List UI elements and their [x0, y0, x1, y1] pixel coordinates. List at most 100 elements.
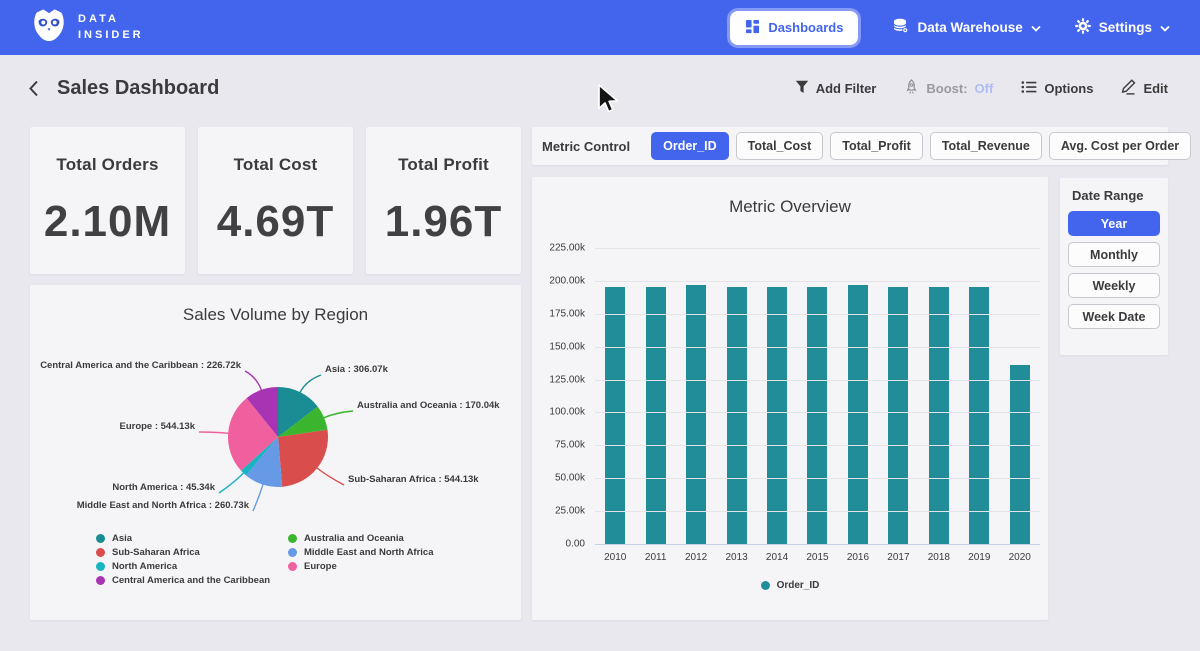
- metric-option-order-id[interactable]: Order_ID: [651, 132, 729, 160]
- pie-label-australia-and-oceania: Australia and Oceania : 170.04k: [357, 400, 500, 411]
- legend-label: Asia: [112, 533, 132, 544]
- bar-2014[interactable]: [767, 287, 787, 544]
- pie-slice-sub-saharan-africa[interactable]: [278, 430, 328, 487]
- bar-2015[interactable]: [807, 287, 827, 544]
- date-range-option-weekly[interactable]: Weekly: [1068, 273, 1160, 298]
- y-tick-label: 0.00: [566, 539, 585, 550]
- legend-item-australia-and-oceania[interactable]: Australia and Oceania: [288, 533, 434, 544]
- y-tick-label: 25.00k: [555, 506, 585, 517]
- gridline: [595, 412, 1040, 413]
- kpi-value: 1.96T: [385, 197, 503, 247]
- legend-dot: [288, 534, 297, 543]
- kpi-label: Total Profit: [398, 155, 489, 175]
- kpi-card-total-cost: Total Cost 4.69T: [198, 127, 353, 274]
- chevron-down-icon: [1160, 20, 1170, 35]
- navbar: DATA INSIDER Dashboards: [0, 0, 1200, 55]
- legend-item-sub-saharan-africa[interactable]: Sub-Saharan Africa: [96, 547, 288, 558]
- gridline: [595, 478, 1040, 479]
- legend-item-europe[interactable]: Europe: [288, 561, 434, 572]
- nav-item-settings[interactable]: Settings: [1075, 18, 1170, 37]
- y-tick-label: 75.00k: [555, 440, 585, 451]
- gridline: [595, 347, 1040, 348]
- legend-item-asia[interactable]: Asia: [96, 533, 288, 544]
- legend-item-central-america-and-the-caribbean[interactable]: Central America and the Caribbean: [96, 575, 288, 586]
- x-tick-label: 2013: [716, 552, 756, 563]
- legend-dot: [288, 562, 297, 571]
- bar-legend[interactable]: Order_ID: [532, 580, 1048, 591]
- database-icon: [892, 18, 909, 37]
- bar-2019[interactable]: [969, 287, 989, 544]
- legend-item-middle-east-and-north-africa[interactable]: Middle East and North Africa: [288, 547, 434, 558]
- list-icon: [1021, 80, 1037, 97]
- date-range-option-week-date[interactable]: Week Date: [1068, 304, 1160, 329]
- back-button[interactable]: [28, 80, 39, 97]
- metric-option-total-revenue[interactable]: Total_Revenue: [930, 132, 1042, 160]
- bar-2018[interactable]: [929, 287, 949, 544]
- metric-option-total-cost[interactable]: Total_Cost: [736, 132, 824, 160]
- x-tick-label: 2010: [595, 552, 635, 563]
- kpi-card-total-profit: Total Profit 1.96T: [366, 127, 521, 274]
- bar-slot: [959, 248, 999, 544]
- pie-label-asia: Asia : 306.07k: [325, 364, 389, 375]
- date-range-card: Date Range YearMonthlyWeeklyWeek Date: [1060, 178, 1168, 355]
- y-tick-label: 175.00k: [549, 308, 585, 319]
- y-tick-label: 125.00k: [549, 374, 585, 385]
- gridline: [595, 445, 1040, 446]
- bar-2020[interactable]: [1010, 365, 1030, 544]
- bar-2016[interactable]: [848, 285, 868, 544]
- kpi-card-total-orders: Total Orders 2.10M: [30, 127, 185, 274]
- pie-chart-card: Sales Volume by Region Asia : 306.07kAus…: [30, 285, 521, 620]
- y-tick-label: 100.00k: [549, 407, 585, 418]
- metric-options: Order_IDTotal_CostTotal_ProfitTotal_Reve…: [651, 132, 1191, 160]
- bar-2013[interactable]: [727, 287, 747, 544]
- options-button[interactable]: Options: [1021, 80, 1093, 97]
- brand-name: DATA INSIDER: [78, 12, 144, 44]
- date-range-option-year[interactable]: Year: [1068, 211, 1160, 236]
- app-root: DATA INSIDER Dashboards: [0, 0, 1200, 651]
- bar-slot: [676, 248, 716, 544]
- gear-icon: [1075, 18, 1091, 37]
- kpi-value: 4.69T: [217, 197, 335, 247]
- legend-label: Sub-Saharan Africa: [112, 547, 200, 558]
- bar-2011[interactable]: [646, 287, 666, 544]
- boost-label: Boost:: [926, 81, 967, 96]
- legend-dot: [761, 581, 770, 590]
- nav-item-dashboards[interactable]: Dashboards: [730, 11, 858, 45]
- metric-option-avg-cost-per-order[interactable]: Avg. Cost per Order: [1049, 132, 1191, 160]
- pie-label-europe: Europe : 544.13k: [119, 421, 195, 432]
- pie-label-connector: [323, 411, 353, 418]
- date-range-option-monthly[interactable]: Monthly: [1068, 242, 1160, 267]
- gridline: [595, 248, 1040, 249]
- pie-label-connector: [219, 472, 244, 493]
- bar-slot: [595, 248, 635, 544]
- x-tick-label: 2020: [1000, 552, 1040, 563]
- gridline: [595, 281, 1040, 282]
- chevron-left-icon: [28, 80, 39, 97]
- x-tick-label: 2018: [919, 552, 959, 563]
- page-title: Sales Dashboard: [57, 77, 219, 100]
- boost-value: Off: [975, 81, 994, 96]
- pie-legend: Asia Australia and Oceania Sub-Saharan Afr…: [96, 533, 434, 586]
- x-tick-label: 2011: [635, 552, 675, 563]
- legend-label: Middle East and North Africa: [304, 547, 434, 558]
- bar-2012[interactable]: [686, 285, 706, 544]
- bar-2017[interactable]: [888, 287, 908, 544]
- bar-2010[interactable]: [605, 287, 625, 544]
- pie-label-connector: [300, 375, 321, 393]
- nav-item-data-warehouse[interactable]: Data Warehouse: [892, 18, 1040, 37]
- x-tick-label: 2015: [797, 552, 837, 563]
- x-tick-label: 2019: [959, 552, 999, 563]
- pie-label-connector: [199, 432, 229, 433]
- legend-item-north-america[interactable]: North America: [96, 561, 288, 572]
- owl-logo-icon: [30, 6, 68, 49]
- bar-slot: [878, 248, 918, 544]
- legend-dot: [96, 562, 105, 571]
- add-filter-button[interactable]: Add Filter: [795, 80, 877, 97]
- x-tick-label: 2014: [757, 552, 797, 563]
- bar-slot: [757, 248, 797, 544]
- edit-button[interactable]: Edit: [1121, 79, 1168, 98]
- metric-option-total-profit[interactable]: Total_Profit: [830, 132, 923, 160]
- legend-label: Europe: [304, 561, 337, 572]
- boost-toggle[interactable]: Boost: Off: [904, 79, 993, 98]
- pie-label-north-america: North America : 45.34k: [112, 482, 215, 493]
